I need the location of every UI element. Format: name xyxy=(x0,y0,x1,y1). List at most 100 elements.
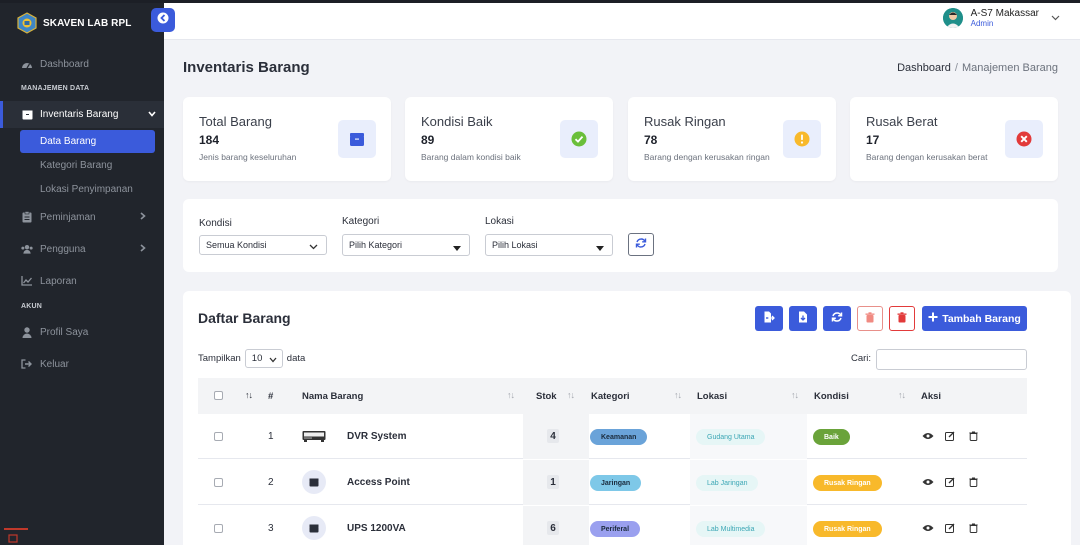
chevron-right-icon xyxy=(140,211,146,223)
sort-icon[interactable]: ↑↓ xyxy=(898,390,906,400)
delete-icon[interactable] xyxy=(967,430,979,442)
filter-lokasi-label: Lokasi xyxy=(485,216,514,227)
sidebar-item-laporan[interactable]: Laporan xyxy=(0,272,164,290)
column-aksi: Aksi xyxy=(921,391,942,402)
kategori-select-value: Pilih Kategori xyxy=(349,240,403,250)
add-item-label: Tambah Barang xyxy=(942,312,1021,325)
delete-icon[interactable] xyxy=(967,476,979,488)
view-icon[interactable] xyxy=(922,430,934,442)
sort-asc-icon[interactable]: ↑↓ xyxy=(245,390,253,400)
edit-icon[interactable] xyxy=(944,430,956,442)
stat-title: Rusak Berat xyxy=(866,114,938,129)
sidebar-item-peminjaman[interactable]: Peminjaman xyxy=(0,208,164,226)
filter-card: Kondisi Semua Kondisi Kategori Pilih Kat… xyxy=(183,199,1058,272)
row-checkbox[interactable] xyxy=(214,478,223,487)
stat-card-rusak-berat: Rusak Berat 17 Barang dengan kerusakan b… xyxy=(850,97,1058,181)
column-lokasi[interactable]: Lokasi xyxy=(697,391,727,402)
trash-icon xyxy=(865,310,875,328)
chevron-down-icon xyxy=(148,109,156,120)
view-icon[interactable] xyxy=(922,522,934,534)
column-stok[interactable]: Stok xyxy=(536,391,557,402)
sort-icon[interactable]: ↑↓ xyxy=(567,390,575,400)
table-header: ↑↓ # Nama Barang ↑↓ Stok ↑↓ Kategori ↑↓ … xyxy=(198,378,1027,414)
table-row: 1 DVR System 4 Keamanan Gudang Utama Bai… xyxy=(198,414,1027,459)
box-icon xyxy=(338,120,376,158)
stat-title: Kondisi Baik xyxy=(421,114,493,129)
item-name[interactable]: DVR System xyxy=(347,431,406,442)
chevron-down-icon xyxy=(1051,13,1060,24)
sidebar-item-label: Laporan xyxy=(40,275,77,287)
lokasi-select-value: Pilih Lokasi xyxy=(492,240,538,250)
location-badge: Lab Multimedia xyxy=(696,521,766,537)
delete-selected-button[interactable] xyxy=(857,306,883,331)
sort-icon[interactable]: ↑↓ xyxy=(791,390,799,400)
kategori-select[interactable]: Pilih Kategori xyxy=(342,234,470,256)
list-title: Daftar Barang xyxy=(198,310,291,326)
sidebar-subitem-lokasi-penyimpanan[interactable]: Lokasi Penyimpanan xyxy=(20,178,155,201)
condition-badge: Baik xyxy=(813,429,850,445)
import-button[interactable] xyxy=(789,306,817,331)
stock-badge: 6 xyxy=(547,521,559,535)
select-all-checkbox[interactable] xyxy=(214,391,223,400)
column-nama[interactable]: Nama Barang xyxy=(302,391,363,402)
sidebar-item-label: Profil Saya xyxy=(40,326,89,338)
row-number: 2 xyxy=(268,477,274,488)
sort-icon[interactable]: ↑↓ xyxy=(674,390,682,400)
sidebar-item-profil[interactable]: Profil Saya xyxy=(0,323,164,341)
row-number: 3 xyxy=(268,523,274,534)
edit-icon[interactable] xyxy=(944,476,956,488)
row-checkbox[interactable] xyxy=(214,524,223,533)
sidebar-subitem-data-barang[interactable]: Data Barang xyxy=(20,130,155,153)
category-badge: Jaringan xyxy=(590,475,642,491)
sidebar-item-keluar[interactable]: Keluar xyxy=(0,355,164,373)
view-icon[interactable] xyxy=(922,476,934,488)
item-name[interactable]: UPS 1200VA xyxy=(347,523,406,534)
export-button[interactable] xyxy=(755,306,783,331)
reset-filter-button[interactable] xyxy=(628,233,654,256)
stock-badge: 1 xyxy=(547,475,559,489)
user-icon xyxy=(21,326,33,338)
brand-logo-icon xyxy=(17,12,37,34)
user-role: Admin xyxy=(970,19,994,28)
sidebar-item-label: Peminjaman xyxy=(40,211,96,223)
page-length-value: 10 xyxy=(251,353,263,364)
kondisi-select[interactable]: Semua Kondisi xyxy=(199,235,327,255)
filter-kategori-label: Kategori xyxy=(342,216,380,227)
stat-desc: Barang dalam kondisi baik xyxy=(421,152,521,162)
add-item-button[interactable]: Tambah Barang xyxy=(922,306,1027,331)
user-menu[interactable]: A-S7 Makassar Admin xyxy=(942,8,1060,28)
breadcrumb-home[interactable]: Dashboard xyxy=(897,62,951,74)
refresh-button[interactable] xyxy=(823,306,851,331)
sidebar-toggle-button[interactable] xyxy=(151,8,175,32)
column-kondisi[interactable]: Kondisi xyxy=(814,391,849,402)
page-length-select[interactable]: 10 xyxy=(244,349,283,368)
sidebar-item-inventaris[interactable]: Inventaris Barang xyxy=(0,101,164,128)
sidebar-item-dashboard[interactable]: Dashboard xyxy=(0,55,164,73)
search-input[interactable] xyxy=(876,349,1027,370)
file-export-icon xyxy=(763,310,775,328)
dashboard-icon xyxy=(21,58,33,70)
page-length-control: Tampilkan 10 data xyxy=(198,349,305,368)
condition-badge: Rusak Ringan xyxy=(813,475,882,491)
chevron-right-icon xyxy=(140,243,146,255)
item-name[interactable]: Access Point xyxy=(347,477,410,488)
column-no[interactable]: # xyxy=(268,391,273,402)
breadcrumb: Dashboard / Manajemen Barang xyxy=(897,62,1058,74)
lokasi-select[interactable]: Pilih Lokasi xyxy=(485,234,613,256)
edit-icon[interactable] xyxy=(944,522,956,534)
delete-all-button[interactable] xyxy=(889,306,915,331)
sidebar-item-label: Dashboard xyxy=(40,58,89,70)
column-kategori[interactable]: Kategori xyxy=(591,391,630,402)
delete-icon[interactable] xyxy=(967,522,979,534)
sort-icon[interactable]: ↑↓ xyxy=(507,390,515,400)
brand[interactable]: SKAVEN LAB RPL xyxy=(16,12,131,34)
logout-icon xyxy=(21,358,33,370)
kondisi-select-value: Semua Kondisi xyxy=(206,240,267,250)
sidebar-subitem-kategori-barang[interactable]: Kategori Barang xyxy=(20,154,155,177)
refresh-icon xyxy=(831,310,843,328)
dvr-device-icon xyxy=(302,429,326,448)
row-checkbox[interactable] xyxy=(214,432,223,441)
page-length-suffix: data xyxy=(286,353,306,364)
sidebar-item-pengguna[interactable]: Pengguna xyxy=(0,240,164,258)
brand-title: SKAVEN LAB RPL xyxy=(43,17,132,29)
